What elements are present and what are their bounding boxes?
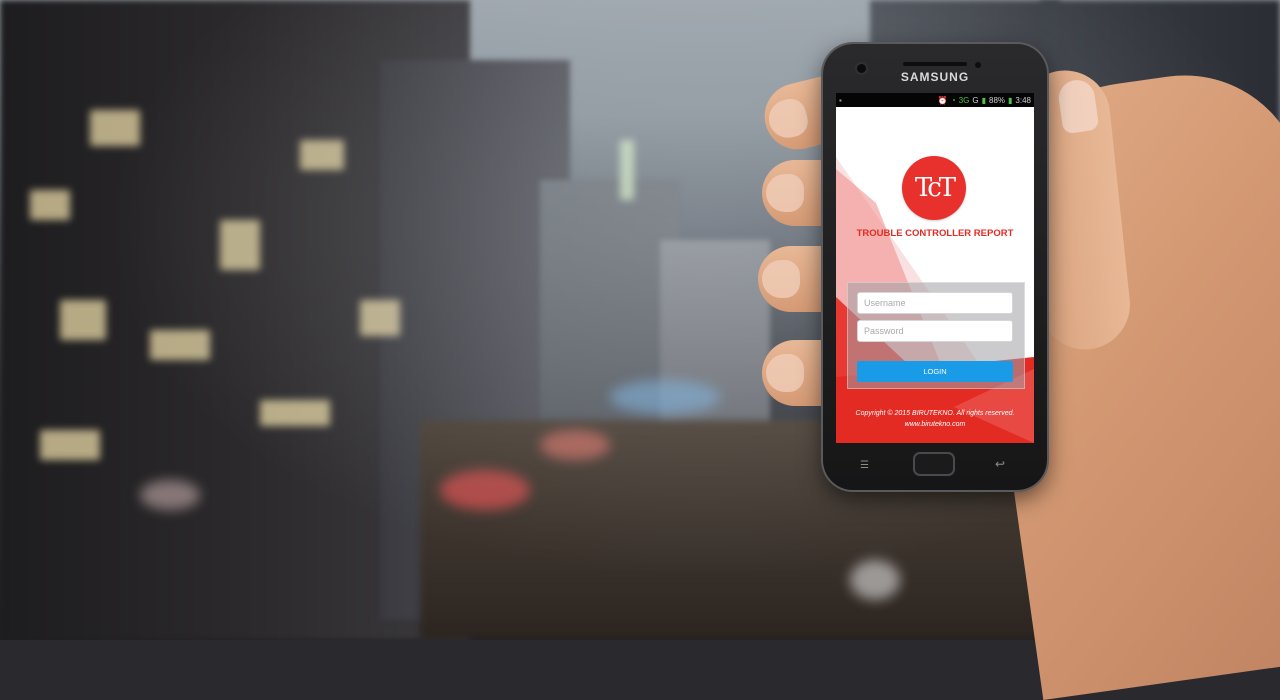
back-key-icon[interactable]: ↩ bbox=[995, 457, 1005, 471]
wifi-icon: ◔ bbox=[950, 95, 956, 105]
app-logo: TcT bbox=[902, 156, 966, 220]
hardware-keys: ☰ ↩ bbox=[823, 448, 1047, 480]
network-3g: 3G bbox=[958, 95, 970, 105]
battery-icon: ▮ bbox=[1008, 95, 1013, 105]
phone-device: SAMSUNG ▪ ⏰ ◔ 3G G ▮ 88% ▮ 3:48 TcT TROU… bbox=[823, 44, 1047, 490]
phone-screen: ▪ ⏰ ◔ 3G G ▮ 88% ▮ 3:48 TcT TROUBLE CONT… bbox=[836, 93, 1034, 443]
clock: 3:48 bbox=[1015, 95, 1031, 105]
notification-icon: ▪ bbox=[839, 95, 842, 105]
earpiece-speaker bbox=[903, 62, 967, 66]
login-form: LOGIN bbox=[847, 282, 1025, 389]
network-g: G bbox=[972, 95, 979, 105]
battery-level: 88% bbox=[989, 95, 1006, 105]
website-link[interactable]: www.birutekno.com bbox=[836, 419, 1034, 430]
login-button[interactable]: LOGIN bbox=[857, 361, 1013, 382]
device-brand: SAMSUNG bbox=[900, 70, 970, 84]
footer: Copyright © 2015 BIRUTEKNO. All rights r… bbox=[836, 408, 1034, 430]
status-bar: ▪ ⏰ ◔ 3G G ▮ 88% ▮ 3:48 bbox=[836, 93, 1034, 107]
login-screen: TcT TROUBLE CONTROLLER REPORT LOGIN Copy… bbox=[836, 107, 1034, 443]
copyright-text: Copyright © 2015 BIRUTEKNO. All rights r… bbox=[855, 410, 1015, 417]
signal-icon: ▮ bbox=[981, 95, 986, 105]
password-input[interactable] bbox=[857, 320, 1013, 342]
home-button[interactable] bbox=[913, 452, 955, 476]
alarm-icon: ⏰ bbox=[937, 95, 948, 105]
app-title: TROUBLE CONTROLLER REPORT bbox=[856, 228, 1014, 239]
proximity-sensor bbox=[975, 62, 981, 68]
logo-text: TcT bbox=[914, 173, 956, 203]
menu-key-icon[interactable]: ☰ bbox=[860, 460, 869, 471]
username-input[interactable] bbox=[857, 292, 1013, 314]
